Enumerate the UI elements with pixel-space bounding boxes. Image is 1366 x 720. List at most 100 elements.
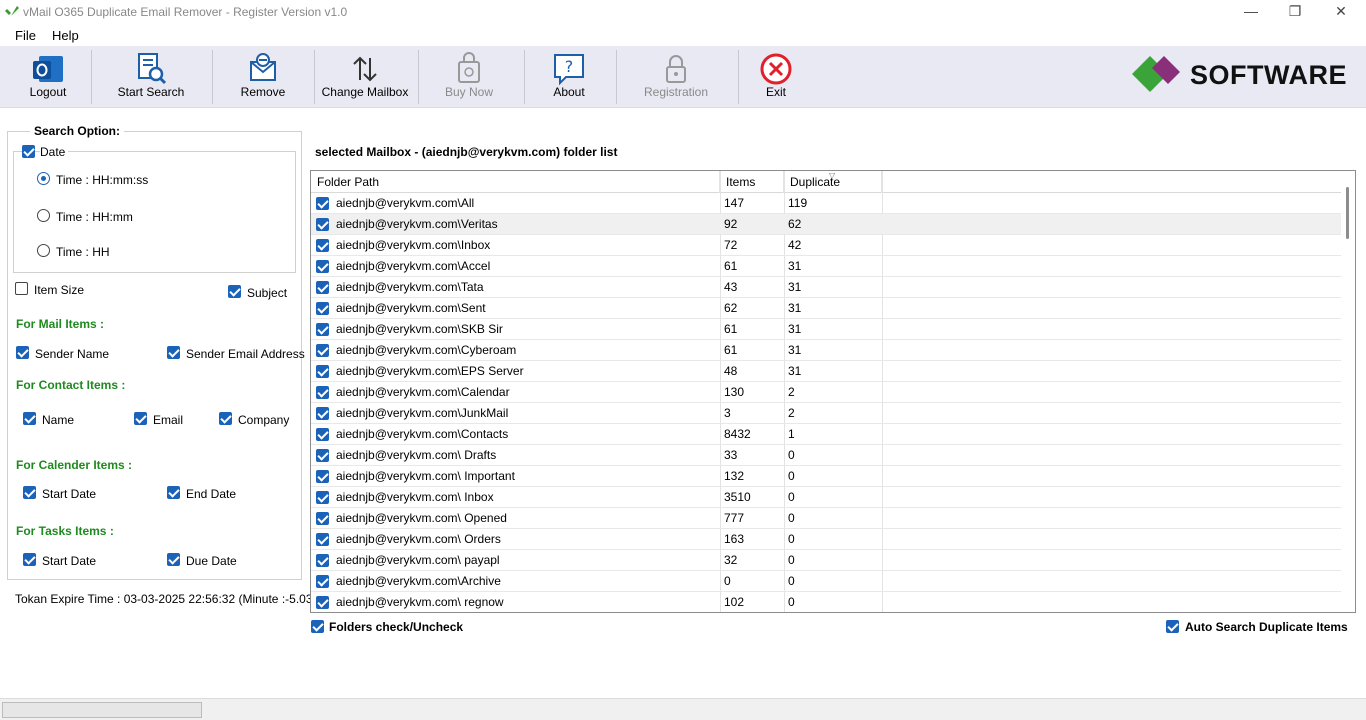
row-checkbox[interactable]: [316, 449, 329, 462]
table-row[interactable]: aiednjb@verykvm.com\Calendar 130 2: [311, 382, 1341, 403]
duplicate-cell: 0: [788, 595, 795, 609]
swap-arrows-icon: [353, 56, 377, 82]
row-checkbox[interactable]: [316, 302, 329, 315]
folders-check-checkbox[interactable]: [311, 620, 324, 633]
row-checkbox[interactable]: [316, 533, 329, 546]
about-button[interactable]: ? About: [538, 46, 600, 106]
folder-path-cell: aiednjb@verykvm.com\ Important: [336, 469, 515, 483]
table-row[interactable]: aiednjb@verykvm.com\Tata 43 31: [311, 277, 1341, 298]
duplicate-cell: 2: [788, 406, 795, 420]
task-start-date-checkbox[interactable]: [23, 553, 36, 566]
time-hhmmss-radio[interactable]: [37, 172, 50, 185]
table-row[interactable]: aiednjb@verykvm.com\JunkMail 3 2: [311, 403, 1341, 424]
menu-file[interactable]: File: [15, 28, 36, 43]
row-checkbox[interactable]: [316, 260, 329, 273]
table-row[interactable]: aiednjb@verykvm.com\ Drafts 33 0: [311, 445, 1341, 466]
logout-button[interactable]: Logout: [6, 46, 90, 106]
exit-button[interactable]: Exit: [750, 46, 802, 106]
table-row[interactable]: aiednjb@verykvm.com\ Orders 163 0: [311, 529, 1341, 550]
row-checkbox[interactable]: [316, 470, 329, 483]
mail-items-heading: For Mail Items :: [16, 317, 105, 331]
column-header-items[interactable]: Items: [720, 171, 784, 193]
row-checkbox[interactable]: [316, 554, 329, 567]
registration-button[interactable]: Registration: [636, 46, 716, 106]
folder-path-cell: aiednjb@verykvm.com\ regnow: [336, 595, 504, 609]
about-label: About: [553, 85, 585, 99]
row-checkbox[interactable]: [316, 428, 329, 441]
calendar-start-date-checkbox[interactable]: [23, 486, 36, 499]
row-checkbox[interactable]: [316, 323, 329, 336]
table-row[interactable]: aiednjb@verykvm.com\ Opened 777 0: [311, 508, 1341, 529]
sender-name-checkbox[interactable]: [16, 346, 29, 359]
remove-button[interactable]: Remove: [230, 46, 296, 106]
menu-help[interactable]: Help: [52, 28, 79, 43]
help-question-icon: ?: [554, 54, 584, 86]
date-checkbox[interactable]: [22, 145, 35, 158]
table-row[interactable]: aiednjb@verykvm.com\ payapl 32 0: [311, 550, 1341, 571]
app-logo-icon: [5, 6, 19, 18]
contact-name-checkbox[interactable]: [23, 412, 36, 425]
calendar-end-date-checkbox[interactable]: [167, 486, 180, 499]
row-checkbox[interactable]: [316, 365, 329, 378]
table-row[interactable]: aiednjb@verykvm.com\Archive 0 0: [311, 571, 1341, 592]
items-cell: 8432: [724, 427, 751, 441]
time-hh-radio[interactable]: [37, 244, 50, 257]
vertical-scrollbar[interactable]: [1341, 171, 1355, 612]
table-row[interactable]: aiednjb@verykvm.com\ Important 132 0: [311, 466, 1341, 487]
duplicate-cell: 31: [788, 280, 802, 294]
row-checkbox[interactable]: [316, 575, 329, 588]
table-row[interactable]: aiednjb@verykvm.com\SKB Sir 61 31: [311, 319, 1341, 340]
table-row[interactable]: aiednjb@verykvm.com\All 147 119: [311, 193, 1341, 214]
row-checkbox[interactable]: [316, 281, 329, 294]
subject-checkbox[interactable]: [228, 285, 241, 298]
table-row[interactable]: aiednjb@verykvm.com\EPS Server 48 31: [311, 361, 1341, 382]
close-window-button[interactable]: ✕: [1318, 0, 1364, 24]
row-checkbox[interactable]: [316, 344, 329, 357]
row-checkbox[interactable]: [316, 491, 329, 504]
items-cell: 32: [724, 553, 738, 567]
column-header-folder-path[interactable]: Folder Path: [311, 171, 720, 193]
row-checkbox[interactable]: [316, 596, 329, 609]
buy-now-button[interactable]: Buy Now: [436, 46, 502, 106]
row-checkbox[interactable]: [316, 512, 329, 525]
sender-email-checkbox[interactable]: [167, 346, 180, 359]
duplicate-cell: 119: [788, 196, 808, 210]
contact-email-checkbox[interactable]: [134, 412, 147, 425]
items-cell: 61: [724, 322, 738, 336]
table-row[interactable]: aiednjb@verykvm.com\Contacts 8432 1: [311, 424, 1341, 445]
logo-mark-icon: [1132, 56, 1180, 92]
start-search-button[interactable]: Start Search: [112, 46, 190, 106]
row-checkbox[interactable]: [316, 239, 329, 252]
sender-name-label: Sender Name: [35, 347, 110, 361]
table-row[interactable]: aiednjb@verykvm.com\ regnow 102 0: [311, 592, 1341, 612]
row-checkbox[interactable]: [316, 197, 329, 210]
item-size-checkbox[interactable]: [15, 282, 28, 295]
item-size-label: Item Size: [34, 283, 85, 297]
auto-search-checkbox[interactable]: [1166, 620, 1179, 633]
row-checkbox[interactable]: [316, 407, 329, 420]
contact-company-checkbox[interactable]: [219, 412, 232, 425]
outlook-icon: [33, 56, 63, 82]
change-mailbox-button[interactable]: Change Mailbox: [318, 46, 412, 106]
title-bar: vMail O365 Duplicate Email Remover - Reg…: [0, 0, 1366, 24]
time-hhmm-radio[interactable]: [37, 209, 50, 222]
scrollbar-thumb[interactable]: [1346, 187, 1349, 239]
folder-path-cell: aiednjb@verykvm.com\ Drafts: [336, 448, 497, 462]
maximize-button[interactable]: ❐: [1272, 0, 1318, 24]
folder-path-cell: aiednjb@verykvm.com\ Orders: [336, 532, 501, 546]
table-row[interactable]: aiednjb@verykvm.com\ Inbox 3510 0: [311, 487, 1341, 508]
minimize-button[interactable]: —: [1228, 0, 1274, 24]
duplicate-cell: 2: [788, 385, 795, 399]
time-hh-label: Time : HH: [56, 245, 110, 259]
table-row[interactable]: aiednjb@verykvm.com\Sent 62 31: [311, 298, 1341, 319]
duplicate-cell: 31: [788, 301, 802, 315]
exit-x-icon: [760, 53, 792, 85]
start-search-label: Start Search: [117, 85, 185, 99]
table-row[interactable]: aiednjb@verykvm.com\Accel 61 31: [311, 256, 1341, 277]
table-row[interactable]: aiednjb@verykvm.com\Inbox 72 42: [311, 235, 1341, 256]
table-row[interactable]: aiednjb@verykvm.com\Veritas 92 62: [311, 214, 1341, 235]
row-checkbox[interactable]: [316, 218, 329, 231]
table-row[interactable]: aiednjb@verykvm.com\Cyberoam 61 31: [311, 340, 1341, 361]
row-checkbox[interactable]: [316, 386, 329, 399]
task-due-date-checkbox[interactable]: [167, 553, 180, 566]
